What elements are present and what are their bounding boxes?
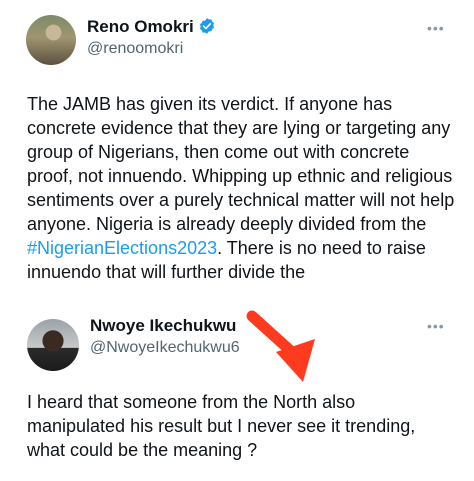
- author-avatar[interactable]: [27, 319, 79, 371]
- hashtag-link[interactable]: #NigerianElections2023: [27, 238, 217, 258]
- tweet-text-body: The JAMB has given its verdict. If anyon…: [27, 94, 455, 234]
- tweet-text: The JAMB has given its verdict. If anyon…: [27, 92, 457, 284]
- more-options-icon[interactable]: •••: [427, 20, 445, 36]
- more-options-icon[interactable]: •••: [427, 318, 445, 334]
- author-handle[interactable]: @renoomokri: [87, 40, 183, 58]
- author-handle[interactable]: @NwoyeIkechukwu6: [90, 339, 240, 357]
- tweet-card-top[interactable]: Reno Omokri @renoomokri ••• The JAMB has…: [0, 0, 474, 310]
- verified-badge-icon: [199, 18, 215, 34]
- author-name[interactable]: Nwoye Ikechukwu: [90, 316, 236, 336]
- author-name[interactable]: Reno Omokri: [87, 17, 194, 37]
- tweet-text: I heard that someone from the North also…: [27, 392, 416, 460]
- author-avatar[interactable]: [26, 15, 76, 65]
